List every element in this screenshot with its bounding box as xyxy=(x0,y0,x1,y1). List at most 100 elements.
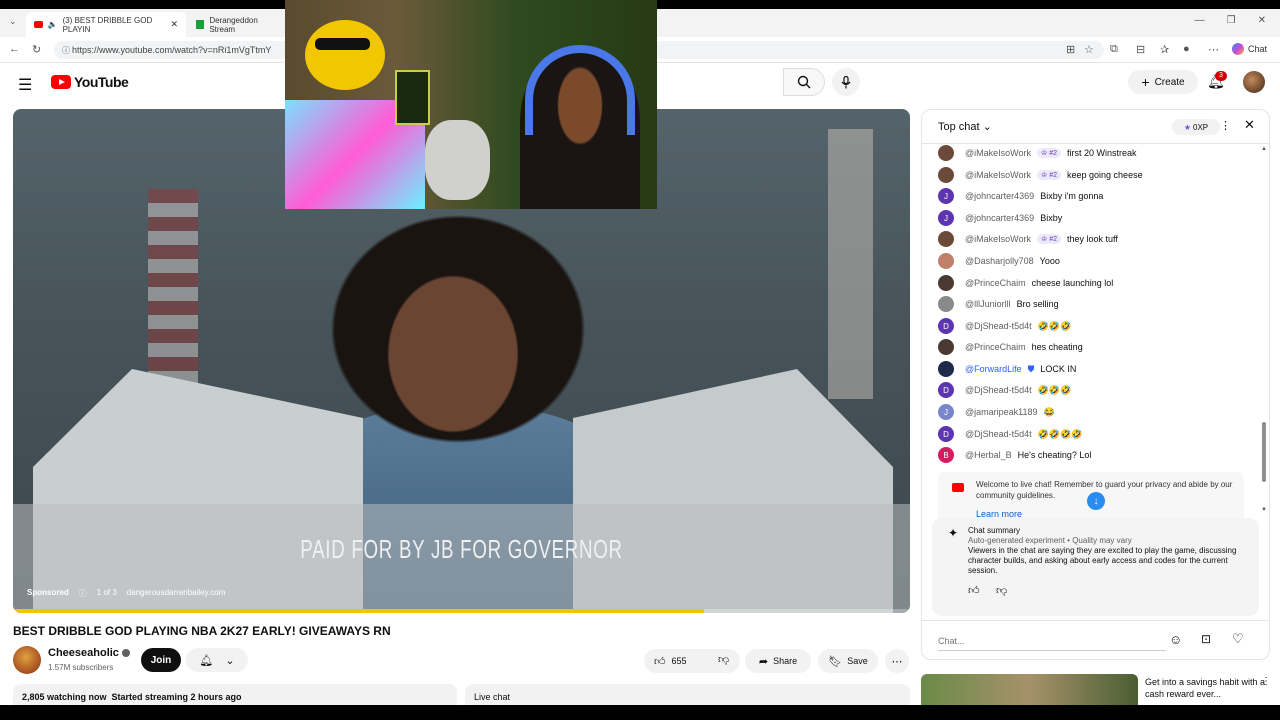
chat-message-text: 🤣🤣🤣🤣 xyxy=(1037,428,1083,439)
heart-icon[interactable]: ♡ xyxy=(1232,631,1244,647)
profile-icon[interactable]: ● xyxy=(1183,43,1190,55)
browser-tab-youtube[interactable]: 🔈 (3) BEST DRIBBLE GOD PLAYIN ✕ xyxy=(26,12,186,37)
extensions-icon[interactable]: ⧉ xyxy=(1110,43,1118,56)
chat-author-avatar[interactable]: B xyxy=(938,447,954,463)
channel-avatar[interactable] xyxy=(13,646,41,674)
sidebar-ad[interactable]: Get into a savings habit with a cash rew… xyxy=(921,674,1280,705)
ad-info-icon[interactable]: ⓘ xyxy=(79,588,87,599)
account-avatar[interactable] xyxy=(1243,71,1265,93)
chat-author-name[interactable]: @ForwardLife xyxy=(965,364,1022,374)
ad-domain-link[interactable]: dangerousdarrenbailey.com xyxy=(127,588,226,599)
chat-author-avatar[interactable]: J xyxy=(938,210,954,226)
chat-author-avatar[interactable] xyxy=(938,253,954,269)
summary-thumbs-up-icon[interactable]: 👍︎ xyxy=(968,584,980,597)
chat-author-avatar[interactable]: D xyxy=(938,426,954,442)
subscription-notifications-button[interactable]: 🔔︎ ⌄ xyxy=(186,648,248,672)
split-screen-icon[interactable]: ⊟ xyxy=(1136,43,1145,56)
summary-thumbs-down-icon[interactable]: 👎︎ xyxy=(996,584,1007,597)
chat-message: @iMakeIsoWork ♔ #2 first 20 Winstreak xyxy=(938,145,1137,161)
favorite-star-icon[interactable]: ☆ xyxy=(1084,43,1094,56)
chat-author-avatar[interactable] xyxy=(938,231,954,247)
chat-author-name[interactable]: @lllJuniorlll xyxy=(965,299,1011,309)
xp-badge[interactable]: ★ 0XP xyxy=(1172,119,1220,135)
chat-author-name[interactable]: @iMakeIsoWork xyxy=(965,234,1031,244)
chevron-down-icon: ⌄ xyxy=(225,654,235,667)
description-box[interactable]: 2,805 watching now Started streaming 2 h… xyxy=(13,684,457,705)
chat-author-avatar[interactable]: D xyxy=(938,382,954,398)
chat-message: @iMakeIsoWork ♔ #2 they look tuff xyxy=(938,231,1118,247)
thumbs-up-icon[interactable]: 👍︎ xyxy=(654,655,666,668)
emoji-icon[interactable]: ☺ xyxy=(1169,632,1182,647)
headset xyxy=(525,45,635,135)
maximize-icon[interactable]: ❐ xyxy=(1227,15,1236,26)
chat-author-avatar[interactable] xyxy=(938,296,954,312)
chat-author-avatar[interactable]: J xyxy=(938,188,954,204)
browser-menu-icon[interactable]: ⋯ xyxy=(1208,43,1219,56)
chat-scrollbar-thumb[interactable] xyxy=(1262,422,1266,482)
ad-title[interactable]: Get into a savings habit with a cash rew… xyxy=(1145,676,1273,700)
verified-icon xyxy=(121,649,130,657)
chat-message: D @DjShead-t5d4t 🤣🤣🤣 xyxy=(938,318,1071,334)
site-info-icon[interactable]: ⓘ xyxy=(62,45,70,56)
app-grid-icon[interactable]: ⊞ xyxy=(1066,43,1075,56)
close-tab-icon[interactable]: ✕ xyxy=(170,19,178,30)
chat-input[interactable] xyxy=(938,631,1166,651)
search-button[interactable] xyxy=(783,68,825,96)
more-actions-button[interactable]: ⋯ xyxy=(885,649,909,673)
chat-author-name[interactable]: @johncarter4369 xyxy=(965,191,1034,201)
chat-author-name[interactable]: @DjShead-t5d4t xyxy=(965,429,1032,439)
chat-author-name[interactable]: @Dasharjolly708 xyxy=(965,256,1034,266)
chat-author-name[interactable]: @DjShead-t5d4t xyxy=(965,385,1032,395)
scroll-down-arrow-icon[interactable]: ▼ xyxy=(1261,507,1267,513)
chat-author-avatar[interactable] xyxy=(938,361,954,377)
youtube-logo[interactable]: YouTube xyxy=(51,74,129,90)
reload-icon[interactable]: ↻ xyxy=(32,43,41,56)
scroll-up-arrow-icon[interactable]: ▲ xyxy=(1261,146,1267,152)
join-button[interactable]: Join xyxy=(141,648,181,672)
hamburger-menu-icon[interactable]: ☰ xyxy=(18,75,32,95)
super-chat-icon[interactable]: ⊡ xyxy=(1201,632,1211,646)
favorites-icon[interactable]: ✰ xyxy=(1160,43,1169,56)
share-button[interactable]: ➦ Share xyxy=(745,649,811,673)
chat-author-name[interactable]: @PrinceChaim xyxy=(965,342,1026,352)
chat-author-avatar[interactable] xyxy=(938,339,954,355)
live-chat-replay-box[interactable]: Live chat xyxy=(465,684,910,705)
save-button[interactable]: 🔖︎ Save xyxy=(818,649,878,673)
chat-options-icon[interactable]: ⋮ xyxy=(1220,119,1231,132)
copilot-chat-button[interactable]: Chat xyxy=(1232,43,1267,55)
back-icon[interactable]: ← xyxy=(9,43,20,55)
ad-options-icon[interactable]: ⋮ xyxy=(1261,676,1271,687)
leaderboard-badge: ♔ #2 xyxy=(1036,234,1062,244)
close-chat-icon[interactable]: ✕ xyxy=(1244,117,1255,133)
scroll-to-bottom-button[interactable]: ↓ xyxy=(1087,492,1105,510)
tab-list-chevron-icon[interactable]: ⌄ xyxy=(9,16,17,27)
summary-title: Chat summary xyxy=(968,526,1021,535)
chat-author-name[interactable]: @iMakeIsoWork xyxy=(965,148,1031,158)
chat-message-text: 😂 xyxy=(1043,406,1055,417)
chat-author-name[interactable]: @iMakeIsoWork xyxy=(965,170,1031,180)
create-button[interactable]: + Create xyxy=(1128,70,1198,94)
chat-message: @PrinceChaim cheese launching lol xyxy=(938,275,1113,291)
thumbs-down-icon[interactable]: 👎︎ xyxy=(718,653,729,666)
ad-thumbnail[interactable] xyxy=(921,674,1138,705)
chat-author-name[interactable]: @DjShead-t5d4t xyxy=(965,321,1032,331)
close-window-icon[interactable]: ✕ xyxy=(1258,15,1266,26)
chat-message: @lllJuniorlll Bro selling xyxy=(938,296,1059,312)
chat-message: @PrinceChaim hes cheating xyxy=(938,339,1083,355)
leaderboard-badge: ♔ #2 xyxy=(1036,170,1062,180)
chat-author-avatar[interactable] xyxy=(938,275,954,291)
chat-author-name[interactable]: @Herbal_B xyxy=(965,450,1012,460)
chat-author-avatar[interactable]: D xyxy=(938,318,954,334)
browser-tab-stream[interactable]: Derangeddon Stream xyxy=(188,12,288,37)
chat-author-name[interactable]: @jamaripeak1189 xyxy=(965,407,1038,417)
chat-author-name[interactable]: @PrinceChaim xyxy=(965,278,1026,288)
channel-name[interactable]: Cheeseaholic xyxy=(48,647,130,659)
chat-author-avatar[interactable] xyxy=(938,167,954,183)
chat-author-name[interactable]: @johncarter4369 xyxy=(965,213,1034,223)
chat-mode-dropdown[interactable]: Top chat ⌄ xyxy=(938,120,992,133)
minimize-icon[interactable]: — xyxy=(1195,15,1205,26)
chat-author-avatar[interactable]: J xyxy=(938,404,954,420)
voice-search-button[interactable] xyxy=(832,68,860,96)
chat-author-avatar[interactable] xyxy=(938,145,954,161)
like-count[interactable]: 655 xyxy=(672,656,687,666)
